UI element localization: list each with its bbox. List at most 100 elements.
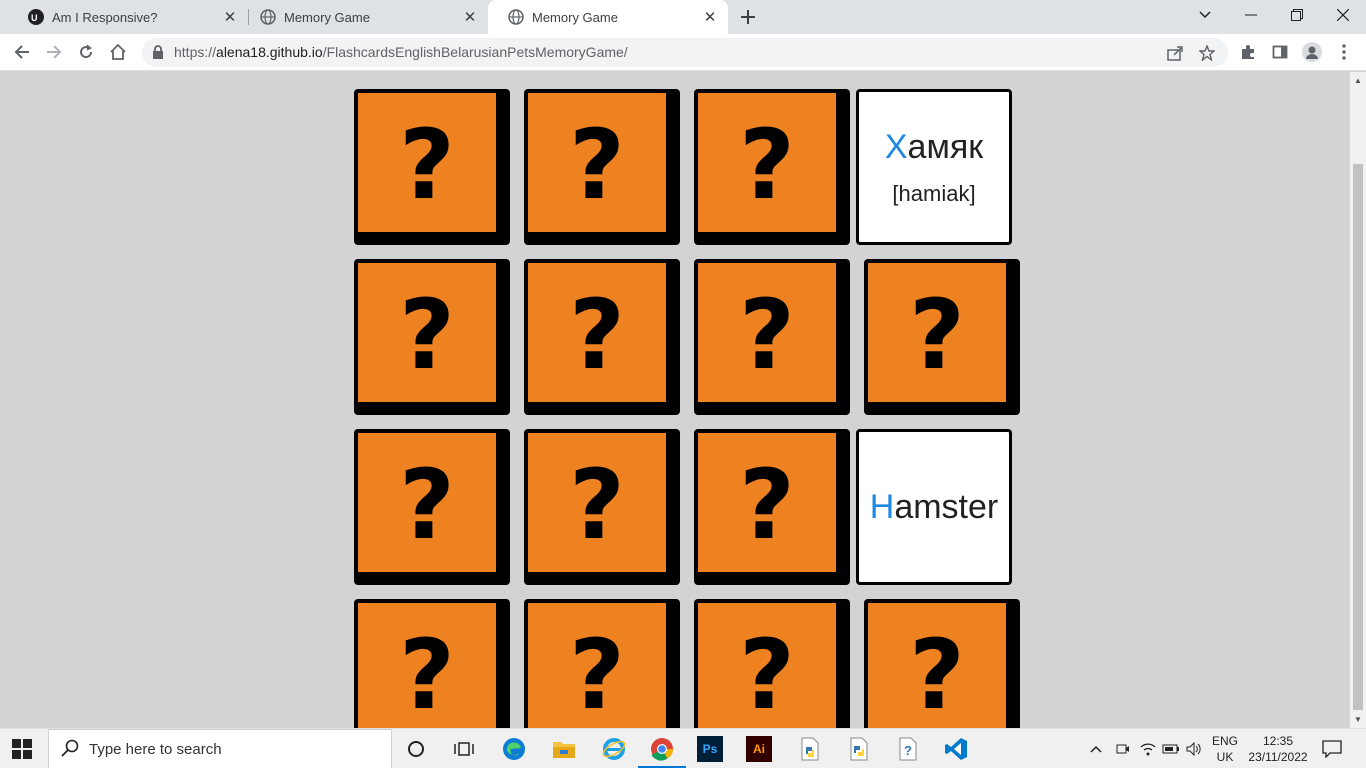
side-panel-icon <box>1272 45 1288 59</box>
memory-card-hidden[interactable]: ? <box>864 259 1020 415</box>
reload-button[interactable] <box>72 38 100 66</box>
vscode-icon[interactable] <box>942 735 970 763</box>
memory-card-hidden[interactable]: ? <box>694 89 850 245</box>
bookmark-star-icon[interactable] <box>1196 42 1218 64</box>
memory-card-hidden[interactable]: ? <box>354 599 510 728</box>
clock-date: 23/11/2022 <box>1248 750 1308 764</box>
memory-card-hidden[interactable]: ? <box>524 599 680 728</box>
svg-text:?: ? <box>904 743 912 758</box>
puzzle-icon <box>1242 45 1254 59</box>
question-mark: ? <box>909 618 965 728</box>
meet-now-icon[interactable] <box>1116 729 1130 768</box>
arrow-left-icon <box>14 45 29 59</box>
photoshop-icon[interactable]: Ps <box>697 736 723 762</box>
windows-start-button[interactable] <box>12 739 32 759</box>
menu-button[interactable] <box>1330 38 1358 66</box>
internet-explorer-icon[interactable] <box>600 735 628 763</box>
card-back: ? <box>528 263 666 402</box>
card-back: ? <box>698 263 836 402</box>
url-text[interactable]: https://alena18.github.io/FlashcardsEngl… <box>174 44 628 60</box>
python-file-icon[interactable] <box>796 735 824 763</box>
card-back: ? <box>528 433 666 572</box>
cortana-icon[interactable] <box>402 735 430 763</box>
new-tab-button[interactable] <box>736 5 760 29</box>
python-help-icon[interactable]: ? <box>894 735 922 763</box>
card-back: ? <box>868 263 1006 402</box>
back-button[interactable] <box>8 38 36 66</box>
close-window-button[interactable] <box>1320 0 1366 30</box>
language-code: ENG <box>1212 734 1239 748</box>
memory-card-hidden[interactable]: ? <box>694 259 850 415</box>
memory-card-hidden[interactable]: ? <box>354 259 510 415</box>
memory-card-hidden[interactable]: ? <box>694 599 850 728</box>
wifi-icon[interactable] <box>1140 729 1156 768</box>
reload-icon <box>80 44 93 59</box>
card-word-rest: amster <box>894 487 999 526</box>
close-tab-icon[interactable]: ✕ <box>700 7 720 27</box>
tab-memory-game-active[interactable]: Memory Game ✕ <box>488 0 728 34</box>
lock-icon[interactable] <box>152 45 166 59</box>
card-back: ? <box>698 433 836 572</box>
home-button[interactable] <box>104 38 132 66</box>
volume-icon[interactable] <box>1186 729 1202 768</box>
question-mark: ? <box>399 448 455 561</box>
memory-card-revealed-english[interactable]: Hamster <box>856 429 1012 585</box>
card-back: ? <box>698 603 836 728</box>
python-idle-icon[interactable] <box>845 735 873 763</box>
card-word-rest: амяк <box>907 127 984 166</box>
memory-card-hidden[interactable]: ? <box>524 429 680 585</box>
scroll-up-arrow-icon[interactable]: ▲ <box>1354 76 1362 85</box>
memory-card-hidden[interactable]: ? <box>524 259 680 415</box>
show-hidden-icons-button[interactable] <box>1090 729 1102 768</box>
forward-button[interactable] <box>40 38 68 66</box>
close-tab-icon[interactable]: ✕ <box>460 7 480 27</box>
card-back: ? <box>528 93 666 232</box>
search-icon <box>61 739 81 759</box>
tab-title: Am I Responsive? <box>52 9 158 25</box>
vertical-scrollbar[interactable]: ▲ ▼ <box>1350 72 1366 728</box>
edge-browser-icon[interactable] <box>500 735 528 763</box>
scrollbar-thumb[interactable] <box>1353 164 1363 710</box>
tab-memory-game-1[interactable]: Memory Game ✕ <box>240 0 488 34</box>
taskbar-search-box[interactable]: Type here to search <box>48 729 392 768</box>
close-tab-icon[interactable]: ✕ <box>220 7 240 27</box>
card-transcription: [hamiak] <box>892 180 976 206</box>
restore-button[interactable] <box>1274 0 1320 30</box>
question-mark: ? <box>399 278 455 391</box>
scroll-down-arrow-icon[interactable]: ▼ <box>1354 715 1362 724</box>
task-view-icon[interactable] <box>450 735 478 763</box>
extensions-button[interactable] <box>1234 38 1262 66</box>
svg-text:U: U <box>31 13 38 23</box>
tab-search-button[interactable] <box>1182 0 1228 30</box>
battery-icon[interactable] <box>1162 729 1180 768</box>
illustrator-icon[interactable]: Ai <box>746 736 772 762</box>
globe-icon <box>260 9 276 25</box>
profile-button[interactable] <box>1298 38 1326 66</box>
file-explorer-icon[interactable] <box>550 735 578 763</box>
card-word: Хамяк <box>885 128 983 167</box>
minimize-button[interactable] <box>1228 0 1274 30</box>
ui-logo-icon: U <box>28 9 44 25</box>
memory-card-hidden[interactable]: ? <box>864 599 1020 728</box>
windows-taskbar: Type here to search Ps Ai ? ENG UK 12:35… <box>0 728 1366 768</box>
notification-icon <box>1322 740 1342 758</box>
question-mark: ? <box>569 618 625 728</box>
notifications-button[interactable] <box>1322 729 1342 768</box>
memory-card-hidden[interactable]: ? <box>694 429 850 585</box>
question-mark: ? <box>399 618 455 728</box>
memory-card-hidden[interactable]: ? <box>524 89 680 245</box>
memory-card-hidden[interactable]: ? <box>354 89 510 245</box>
memory-card-revealed-belarusian[interactable]: Хамяк [hamiak] <box>856 89 1012 245</box>
language-indicator[interactable]: ENG UK <box>1212 729 1238 768</box>
browser-toolbar: https://alena18.github.io/FlashcardsEngl… <box>0 34 1366 71</box>
card-word-first-letter: Х <box>884 127 908 166</box>
avatar-icon <box>1302 42 1322 62</box>
side-panel-button[interactable] <box>1266 38 1294 66</box>
share-icon[interactable] <box>1164 42 1186 64</box>
tab-am-i-responsive[interactable]: U Am I Responsive? ✕ <box>8 0 248 34</box>
chrome-icon[interactable] <box>648 735 676 763</box>
memory-card-hidden[interactable]: ? <box>354 429 510 585</box>
address-bar[interactable]: https://alena18.github.io/FlashcardsEngl… <box>142 38 1228 67</box>
clock[interactable]: 12:35 23/11/2022 <box>1246 729 1310 768</box>
question-mark: ? <box>739 108 795 221</box>
